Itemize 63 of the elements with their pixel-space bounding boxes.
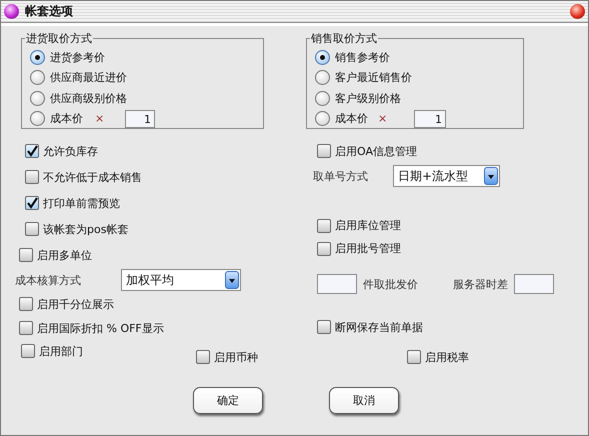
close-button[interactable] bbox=[570, 4, 585, 19]
radio-label: 供应商级别价格 bbox=[50, 90, 127, 106]
radio-label: 客户级别价格 bbox=[335, 90, 401, 106]
radio-label: 销售参考价 bbox=[335, 50, 390, 65]
group-title: 销售取价方式 bbox=[310, 31, 378, 46]
radio-label: 成本价 bbox=[50, 111, 83, 126]
checkbox[interactable] bbox=[317, 218, 331, 232]
multiply-sign: × bbox=[378, 112, 388, 126]
multiplier-field[interactable]: 1 bbox=[125, 110, 155, 128]
checkbox-label: 启用批号管理 bbox=[335, 241, 401, 256]
group-title: 进货取价方式 bbox=[25, 31, 93, 46]
checkbox-label: 启用OA信息管理 bbox=[335, 144, 417, 158]
checkbox-label: 不允许低于成本销售 bbox=[43, 170, 142, 184]
checkbox-label: 该帐套为pos帐套 bbox=[43, 222, 128, 236]
radio-button[interactable] bbox=[30, 50, 45, 65]
checkbox[interactable] bbox=[25, 144, 39, 158]
checkbox[interactable] bbox=[19, 321, 33, 335]
checkbox[interactable] bbox=[19, 248, 33, 262]
checkbox-label: 启用税率 bbox=[425, 350, 469, 364]
checkbox[interactable] bbox=[317, 242, 331, 256]
checkbox[interactable] bbox=[317, 144, 331, 158]
radio-label: 成本价 bbox=[335, 111, 368, 126]
field-label: 取单号方式 bbox=[313, 168, 369, 184]
checkbox-label: 启用千分位展示 bbox=[37, 296, 114, 312]
multiplier-field[interactable]: 1 bbox=[414, 110, 446, 128]
checkbox[interactable] bbox=[25, 170, 39, 184]
checkbox-label: 断网保存当前单据 bbox=[335, 320, 423, 334]
radio-label: 客户最近销售价 bbox=[335, 70, 412, 86]
radio-label: 供应商最近进价 bbox=[50, 70, 127, 86]
checkbox[interactable] bbox=[21, 344, 35, 358]
checkbox[interactable] bbox=[407, 350, 421, 364]
cancel-button[interactable]: 取消 bbox=[329, 387, 399, 414]
checkbox-label: 打印单前需预览 bbox=[43, 196, 120, 210]
checkbox-label: 允许负库存 bbox=[43, 144, 98, 158]
checkbox[interactable] bbox=[196, 350, 210, 364]
input-field[interactable] bbox=[317, 274, 357, 294]
window-menu-icon[interactable] bbox=[4, 4, 19, 19]
checkbox[interactable] bbox=[25, 196, 39, 210]
radio-button[interactable] bbox=[315, 90, 330, 106]
radio-button[interactable] bbox=[30, 70, 45, 86]
radio-button[interactable] bbox=[315, 111, 330, 126]
field-label: 成本核算方式 bbox=[15, 272, 82, 288]
radio-button[interactable] bbox=[315, 70, 330, 86]
radio-label: 进货参考价 bbox=[50, 50, 105, 65]
window-title: 帐套选项 bbox=[25, 3, 73, 20]
dropdown[interactable]: 日期+流水型 bbox=[393, 165, 500, 187]
checkbox[interactable] bbox=[19, 297, 33, 311]
input-field[interactable] bbox=[514, 274, 554, 294]
checkbox-label: 启用多单位 bbox=[37, 248, 92, 262]
field-label: 服务器时差 bbox=[453, 276, 508, 292]
radio-button[interactable] bbox=[30, 90, 45, 106]
dropdown[interactable]: 加权平均 bbox=[121, 269, 241, 291]
checkbox-label: 启用库位管理 bbox=[335, 218, 401, 233]
checkbox[interactable] bbox=[25, 222, 39, 236]
radio-button[interactable] bbox=[30, 111, 45, 126]
checkbox[interactable] bbox=[317, 320, 331, 334]
checkbox-label: 启用部门 bbox=[39, 344, 83, 358]
radio-button[interactable] bbox=[315, 50, 330, 65]
field-label: 件取批发价 bbox=[363, 276, 418, 292]
checkbox-label: 启用国际折扣 % OFF显示 bbox=[37, 320, 164, 336]
multiply-sign: × bbox=[95, 112, 106, 126]
ok-button[interactable]: 确定 bbox=[193, 387, 263, 414]
checkbox-label: 启用币种 bbox=[214, 350, 258, 364]
